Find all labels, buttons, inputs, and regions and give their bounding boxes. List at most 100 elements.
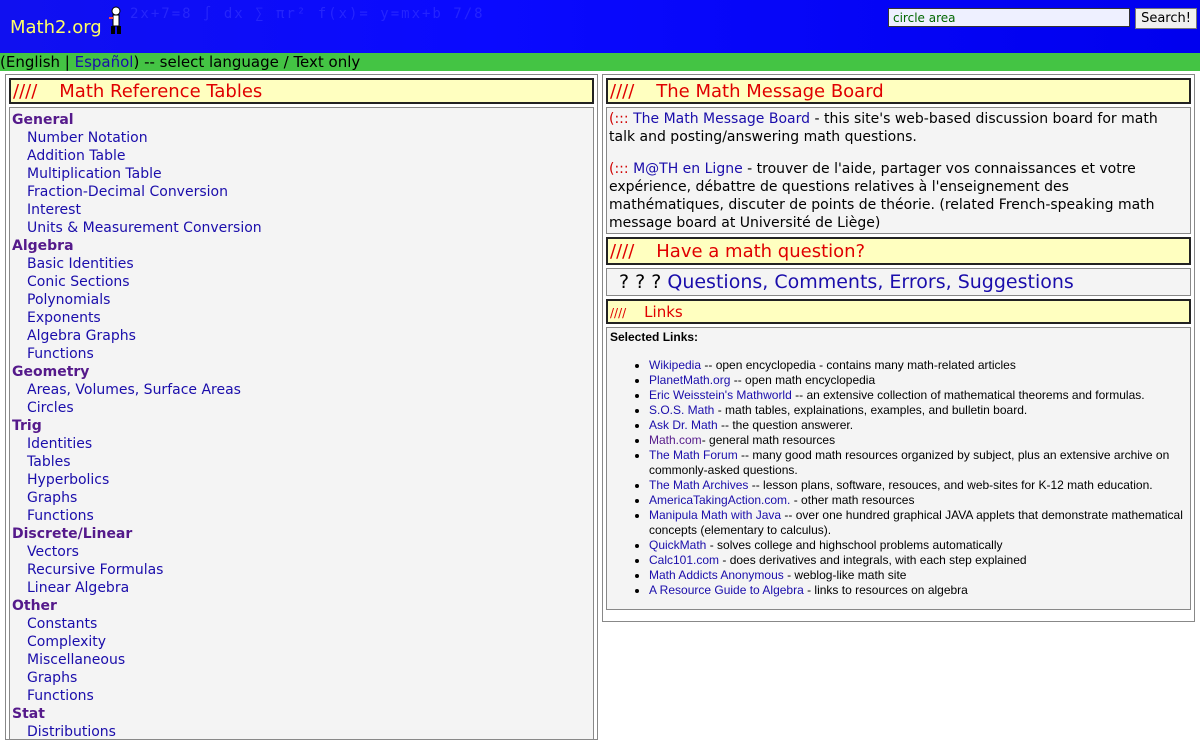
link-wikipedia[interactable]: Wikipedia (649, 358, 701, 372)
category-discrete-linear[interactable]: Discrete/Linear (12, 525, 593, 543)
reference-title: Math Reference Tables (59, 81, 263, 102)
link-s-o-s-math[interactable]: S.O.S. Math (649, 403, 714, 417)
board-body: (::: The Math Message Board - this site'… (606, 107, 1191, 234)
link-description: -- the question answerer. (717, 418, 854, 432)
header-slashes: //// (610, 81, 635, 102)
category-other[interactable]: Other (12, 597, 593, 615)
ref-link-conic-sections[interactable]: Conic Sections (27, 273, 593, 291)
board-title: The Math Message Board (656, 81, 884, 102)
ref-link-recursive-formulas[interactable]: Recursive Formulas (27, 561, 593, 579)
link-description: -- an extensive collection of mathematic… (791, 388, 1145, 402)
list-item: Ask Dr. Math -- the question answerer. (649, 418, 1187, 433)
links-list: Wikipedia -- open encyclopedia - contain… (610, 358, 1187, 598)
entry-marker: (::: (609, 161, 629, 177)
ref-link-functions[interactable]: Functions (27, 345, 593, 363)
ref-link-complexity[interactable]: Complexity (27, 633, 593, 651)
search-input[interactable] (888, 8, 1130, 27)
math-en-ligne-link[interactable]: M@TH en Ligne (633, 161, 743, 177)
list-item: Math Addicts Anonymous - weblog-like mat… (649, 568, 1187, 583)
ref-link-fraction-decimal-conversion[interactable]: Fraction-Decimal Conversion (27, 183, 593, 201)
link-the-math-forum[interactable]: The Math Forum (649, 448, 738, 462)
link-a-resource-guide-to-algebra[interactable]: A Resource Guide to Algebra (649, 583, 804, 597)
list-item: A Resource Guide to Algebra - links to r… (649, 583, 1187, 598)
ref-link-tables[interactable]: Tables (27, 453, 593, 471)
question-title: Have a math question? (656, 241, 866, 262)
link-quickmath[interactable]: QuickMath (649, 538, 706, 552)
links-title: Links (644, 303, 683, 321)
link-ask-dr-math[interactable]: Ask Dr. Math (649, 418, 718, 432)
ref-link-polynomials[interactable]: Polynomials (27, 291, 593, 309)
link-description: - does derivatives and integrals, with e… (719, 553, 1027, 567)
link-description: - weblog-like math site (783, 568, 907, 582)
lang-espanol-link[interactable]: Español (75, 53, 134, 71)
ref-link-hyperbolics[interactable]: Hyperbolics (27, 471, 593, 489)
message-board-link[interactable]: The Math Message Board (633, 111, 810, 127)
list-item: Manipula Math with Java -- over one hund… (649, 508, 1187, 538)
ref-link-vectors[interactable]: Vectors (27, 543, 593, 561)
link-manipula-math-with-java[interactable]: Manipula Math with Java (649, 508, 781, 522)
link-eric-weisstein-s-mathworld[interactable]: Eric Weisstein's Mathworld (649, 388, 792, 402)
search-button[interactable]: Search! (1135, 8, 1197, 29)
link-planetmath-org[interactable]: PlanetMath.org (649, 373, 730, 387)
reference-list: General Number Notation Addition Table Mult… (9, 107, 594, 740)
reference-panel: //// Math Reference Tables General Number … (5, 74, 598, 740)
ref-link-multiplication-table[interactable]: Multiplication Table (27, 165, 593, 183)
site-logo[interactable]: Math2.org (10, 17, 102, 38)
ref-link-miscellaneous[interactable]: Miscellaneous (27, 651, 593, 669)
link-description: -- open math encyclopedia (730, 373, 876, 387)
category-stat[interactable]: Stat (12, 705, 593, 723)
ref-link-graphs[interactable]: Graphs (27, 669, 593, 687)
ref-link-algebra-graphs[interactable]: Algebra Graphs (27, 327, 593, 345)
question-header: //// Have a math question? (606, 237, 1191, 265)
reference-header: //// Math Reference Tables (9, 78, 594, 104)
category-general[interactable]: General (12, 111, 593, 129)
header-decoration: 2x+7=8 ∫ dx ∑ πr² f(x)= y=mx+b 7/8 (130, 6, 485, 22)
list-item: PlanetMath.org -- open math encyclopedia (649, 373, 1187, 388)
board-entry: (::: The Math Message Board - this site'… (609, 110, 1188, 146)
ref-link-graphs[interactable]: Graphs (27, 489, 593, 507)
link-calc101-com[interactable]: Calc101.com (649, 553, 719, 567)
right-panel: ////The Math Message Board (::: The Math… (602, 74, 1195, 622)
questions-link[interactable]: Questions, Comments, Errors, Suggestions (667, 271, 1073, 293)
links-body: Selected Links: Wikipedia -- open encycl… (606, 327, 1191, 610)
link-americatakingaction-com[interactable]: AmericaTakingAction.com. (649, 493, 790, 507)
ref-link-areas-volumes-surface-areas[interactable]: Areas, Volumes, Surface Areas (27, 381, 593, 399)
board-entry: (::: M@TH en Ligne - trouver de l'aide, … (609, 160, 1188, 232)
list-item: S.O.S. Math - math tables, explainations… (649, 403, 1187, 418)
ref-link-basic-identities[interactable]: Basic Identities (27, 255, 593, 273)
ref-link-linear-algebra[interactable]: Linear Algebra (27, 579, 593, 597)
question-prefix: ? ? ? (619, 271, 668, 293)
header-slashes: //// (13, 81, 38, 102)
link-description: -- lesson plans, software, resouces, and… (748, 478, 1153, 492)
link-description: - other math resources (790, 493, 915, 507)
ref-link-identities[interactable]: Identities (27, 435, 593, 453)
category-geometry[interactable]: Geometry (12, 363, 593, 381)
link-math-com[interactable]: Math.com (649, 433, 702, 447)
list-item: Eric Weisstein's Mathworld -- an extensi… (649, 388, 1187, 403)
ref-link-circles[interactable]: Circles (27, 399, 593, 417)
link-the-math-archives[interactable]: The Math Archives (649, 478, 748, 492)
link-math-addicts-anonymous[interactable]: Math Addicts Anonymous (649, 568, 784, 582)
ref-link-interest[interactable]: Interest (27, 201, 593, 219)
list-item: Math.com- general math resources (649, 433, 1187, 448)
board-header: //// The Math Message Board (606, 78, 1191, 104)
ref-link-distributions[interactable]: Distributions (27, 723, 593, 739)
list-item: Wikipedia -- open encyclopedia - contain… (649, 358, 1187, 373)
ref-link-addition-table[interactable]: Addition Table (27, 147, 593, 165)
ref-link-functions[interactable]: Functions (27, 507, 593, 525)
list-item: Calc101.com - does derivatives and integ… (649, 553, 1187, 568)
list-item: The Math Forum -- many good math resourc… (649, 448, 1187, 478)
category-trig[interactable]: Trig (12, 417, 593, 435)
link-description: - math tables, explainations, examples, … (714, 403, 1028, 417)
ref-link-exponents[interactable]: Exponents (27, 309, 593, 327)
category-algebra[interactable]: Algebra (12, 237, 593, 255)
ref-link-units-measurement-conversion[interactable]: Units & Measurement Conversion (27, 219, 593, 237)
entry-marker: (::: (609, 111, 629, 127)
ref-link-constants[interactable]: Constants (27, 615, 593, 633)
ref-link-number-notation[interactable]: Number Notation (27, 129, 593, 147)
list-item: AmericaTakingAction.com. - other math re… (649, 493, 1187, 508)
link-description: - solves college and highschool problems… (706, 538, 1003, 552)
ref-link-functions[interactable]: Functions (27, 687, 593, 705)
selected-links-title: Selected Links: (610, 330, 699, 344)
list-item: The Math Archives -- lesson plans, softw… (649, 478, 1187, 493)
